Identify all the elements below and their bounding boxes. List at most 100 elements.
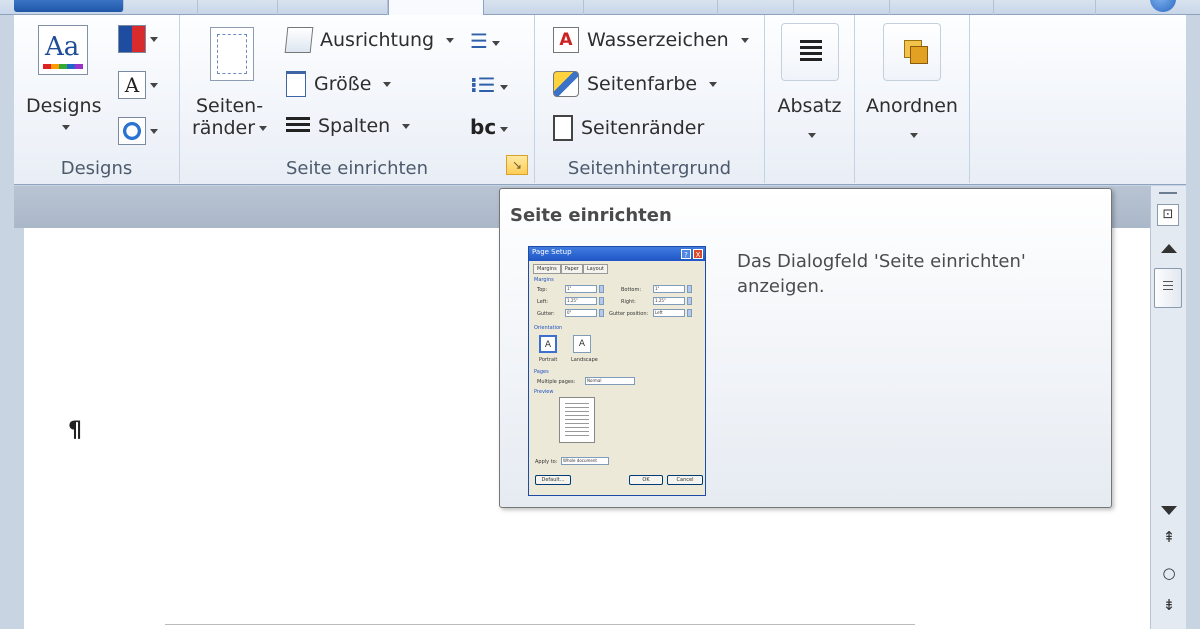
line-numbers-button[interactable]: ⁝☰ [470, 73, 508, 97]
window-frame-right [1186, 15, 1200, 185]
preview-tab: Paper [560, 264, 583, 274]
preview-field: Left [653, 309, 685, 317]
theme-colors-icon [118, 25, 146, 53]
paragraph-label: Absatz [777, 95, 842, 117]
spin-icon [599, 285, 604, 293]
orientation-label: Ausrichtung [320, 29, 435, 51]
group-label-page-setup: Seite einrichten [285, 158, 429, 179]
tab-mailings[interactable] [584, 0, 718, 15]
spin-icon [687, 309, 692, 317]
scroll-down-icon[interactable] [1161, 506, 1177, 515]
ruler-toggle-icon[interactable]: ⊡ [1157, 204, 1179, 226]
tab-insert[interactable] [198, 0, 278, 15]
designs-button[interactable]: Designs [26, 95, 102, 136]
columns-label: Spalten [318, 115, 391, 137]
chevron-down-icon [259, 126, 268, 131]
orientation-button[interactable]: Ausrichtung [284, 27, 455, 53]
theme-colors-button[interactable] [118, 25, 158, 53]
line-numbers-icon: ⁝☰ [470, 73, 496, 97]
tab-start[interactable] [124, 0, 198, 15]
preview-field: Normal [585, 377, 635, 385]
group-paragraph[interactable]: Absatz [765, 15, 855, 183]
paragraph-icon [781, 23, 839, 81]
preview-field: 0" [565, 309, 597, 317]
page-color-label: Seitenfarbe [587, 73, 698, 95]
breaks-button[interactable]: ☰ [470, 29, 500, 53]
columns-icon [286, 117, 310, 135]
tooltip-title: Seite einrichten [510, 205, 672, 226]
chevron-down-icon [500, 127, 509, 132]
super-tooltip: Seite einrichten Page Setup ? X Margins … [499, 188, 1112, 508]
preview-field-label: Top: [537, 287, 548, 293]
tab-file[interactable] [14, 0, 124, 12]
theme-effects-button[interactable] [118, 117, 158, 145]
tab-developer[interactable] [890, 0, 994, 15]
tab-review[interactable] [718, 0, 794, 15]
watermark-button[interactable]: A Wasserzeichen [553, 27, 749, 53]
group-page-background: A Wasserzeichen Seitenfarbe Seitenränder… [535, 15, 765, 183]
page-setup-dialog-preview: Page Setup ? X Margins Paper Layout Marg… [528, 246, 706, 496]
tab-design[interactable] [278, 0, 388, 15]
watermark-label: Wasserzeichen [587, 29, 729, 51]
browse-object-icon[interactable]: ○ [1161, 564, 1177, 582]
margins-icon[interactable] [210, 27, 254, 81]
tab-references[interactable] [484, 0, 584, 15]
chevron-down-icon [61, 125, 70, 130]
previous-page-icon[interactable]: ⇞ [1161, 528, 1177, 546]
tab-view[interactable] [794, 0, 890, 15]
split-handle[interactable] [1159, 192, 1177, 194]
arrange-label: Anordnen [866, 95, 958, 117]
preview-cancel-button: Cancel [667, 475, 703, 485]
preview-tab: Layout [582, 264, 608, 274]
window-frame-right-edge [1186, 186, 1200, 629]
next-page-icon[interactable]: ⇟ [1161, 596, 1177, 614]
ribbon: Aa Designs A Designs Seiten- ränder Ausr [0, 15, 1200, 185]
chevron-down-icon [499, 85, 508, 90]
landscape-label: Landscape [571, 357, 598, 363]
margins-button[interactable]: Seiten- ränder [192, 95, 268, 139]
preview-field-label: Gutter: [537, 311, 555, 317]
scroll-thumb[interactable] [1154, 268, 1182, 308]
hyphenation-button[interactable]: bc [470, 115, 509, 139]
scroll-up-icon[interactable] [1161, 244, 1177, 253]
preview-field-label: Apply to: [535, 459, 558, 465]
preview-field-label: Left: [537, 299, 549, 305]
tab-page-layout[interactable] [388, 0, 484, 16]
tooltip-description: Das Dialogfeld 'Seite einrichten' anzeig… [737, 251, 1026, 297]
margins-label-line2: ränder [192, 117, 256, 139]
chevron-down-icon [740, 37, 749, 43]
portrait-label: Portrait [539, 357, 558, 363]
spin-icon [599, 309, 604, 317]
theme-fonts-button[interactable]: A [118, 71, 158, 99]
page-borders-label: Seitenränder [581, 117, 705, 139]
chevron-down-icon [383, 81, 392, 87]
spin-icon [687, 297, 692, 305]
close-icon: X [693, 249, 703, 259]
help-icon[interactable] [1150, 0, 1176, 12]
vertical-scrollbar[interactable]: ⊡ ⇞ ○ ⇟ [1150, 186, 1186, 629]
chevron-down-icon [150, 82, 158, 88]
themes-icon[interactable]: Aa [38, 25, 88, 75]
preview-field-label: Gutter position: [609, 311, 649, 317]
page-color-button[interactable]: Seitenfarbe [553, 71, 718, 97]
chevron-down-icon [150, 128, 158, 134]
group-designs: Aa Designs A Designs [14, 15, 180, 183]
theme-fonts-icon: A [118, 71, 146, 99]
group-arrange[interactable]: Anordnen [855, 15, 970, 183]
preview-section-label: Orientation [534, 325, 563, 331]
chevron-down-icon [709, 81, 718, 87]
preview-field: 1" [653, 285, 685, 293]
size-button[interactable]: Größe [286, 71, 392, 97]
portrait-icon: A [539, 335, 557, 353]
size-icon [286, 71, 306, 97]
columns-button[interactable]: Spalten [286, 115, 411, 137]
preview-field: 1" [565, 285, 597, 293]
group-label-page-background: Seitenhintergrund [567, 158, 732, 179]
tab-addins[interactable] [994, 0, 1096, 15]
ribbon-tab-strip [0, 0, 1200, 16]
group-page-setup: Seiten- ränder Ausrichtung Größe Spalten… [180, 15, 535, 183]
paragraph-mark: ¶ [68, 418, 82, 443]
page-borders-button[interactable]: Seitenränder [553, 115, 704, 141]
margins-label-line1: Seiten- [195, 95, 264, 117]
chevron-down-icon [807, 133, 816, 138]
